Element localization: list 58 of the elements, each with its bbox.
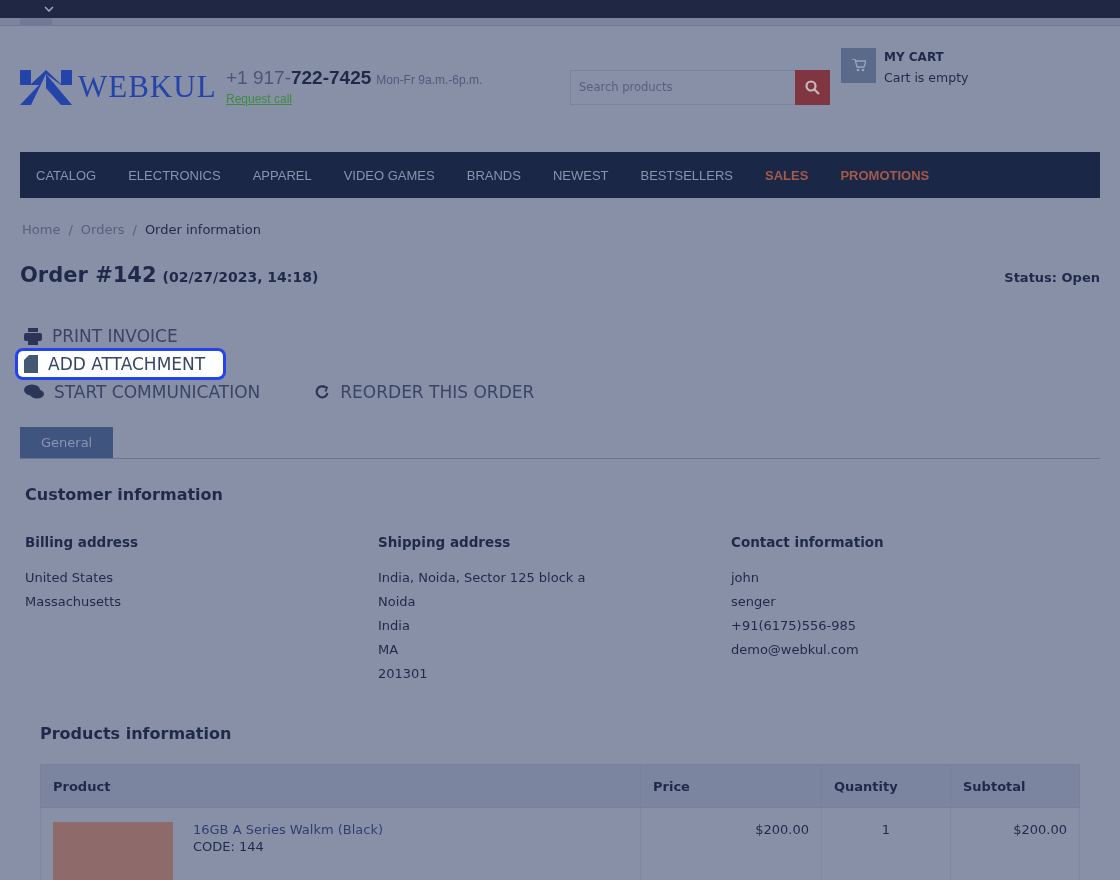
- menu-item[interactable]: BESTSELLERS: [640, 167, 734, 183]
- section-heading: Products information: [39, 723, 233, 743]
- menu-item[interactable]: SALES: [765, 167, 809, 183]
- breadcrumb-link[interactable]: Order information: [144, 222, 261, 237]
- business-hours: Mon-Fr 9a.m.-6p.m.: [376, 73, 483, 87]
- search-button[interactable]: [795, 69, 830, 105]
- cart-icon: [851, 59, 866, 72]
- info-line: Noida: [378, 593, 417, 611]
- info-line: Massachusetts: [25, 593, 123, 611]
- cart-title[interactable]: MY CART: [884, 50, 969, 64]
- order-title: Order #142: [20, 263, 157, 287]
- column-header: Price: [640, 764, 822, 808]
- info-line: senger: [731, 593, 777, 611]
- phone-prefix: +1 917-: [226, 67, 291, 89]
- chat-icon: [24, 384, 44, 400]
- column-heading: Contact information: [731, 534, 885, 550]
- tab[interactable]: General: [20, 427, 114, 458]
- chevron-down-icon[interactable]: [44, 6, 54, 12]
- search-icon: [805, 79, 820, 95]
- menu-item[interactable]: APPAREL: [252, 167, 312, 183]
- cart-button[interactable]: [841, 48, 876, 83]
- info-line: 201301: [378, 665, 429, 683]
- section-heading: Customer information: [24, 484, 224, 504]
- order-date: (02/27/2023, 14:18): [162, 269, 319, 285]
- menu-item[interactable]: CATALOG: [36, 167, 97, 183]
- menu-item[interactable]: VIDEO GAMES: [343, 167, 435, 183]
- info-line: john: [731, 569, 761, 587]
- product-link[interactable]: 16GB A Series Walkm (Black): [193, 822, 384, 837]
- breadcrumb-separator: /: [68, 222, 73, 237]
- printer-icon: [24, 327, 42, 345]
- phone-number: 722-7425: [291, 67, 372, 89]
- menu-item[interactable]: PROMOTIONS: [840, 167, 930, 183]
- info-line: MA: [378, 641, 400, 659]
- info-line: demo@webkul.com: [731, 641, 860, 659]
- breadcrumb-separator: /: [132, 222, 137, 237]
- logo-text[interactable]: WEBKUL: [78, 69, 217, 105]
- menu-item[interactable]: ELECTRONICS: [128, 167, 221, 183]
- column-header: Product: [40, 764, 641, 808]
- action-link[interactable]: START COMMUNICATION: [18, 379, 279, 405]
- document-icon: [24, 355, 38, 373]
- order-status: Status: Open: [1004, 270, 1100, 285]
- menu-item[interactable]: NEWEST: [552, 167, 609, 183]
- info-line: +91(6175)556-985: [731, 617, 857, 635]
- info-line: India, Noida, Sector 125 block a: [378, 569, 587, 587]
- column-heading: Shipping address: [378, 534, 512, 550]
- info-line: India: [378, 617, 411, 635]
- column-header: Quantity: [821, 764, 951, 808]
- product-code: CODE: 144: [193, 839, 265, 854]
- info-line: United States: [25, 569, 115, 587]
- cart-status: Cart is empty: [884, 70, 969, 85]
- action-link[interactable]: PRINT INVOICE: [18, 323, 196, 349]
- action-link[interactable]: ADD ATTACHMENT: [18, 351, 224, 377]
- refresh-icon: [314, 384, 331, 400]
- menu-item[interactable]: BRANDS: [466, 167, 521, 183]
- logo-icon[interactable]: [20, 69, 72, 105]
- column-header: Subtotal: [950, 764, 1080, 808]
- action-link[interactable]: REORDER THIS ORDER: [308, 379, 553, 405]
- column-heading: Billing address: [25, 534, 140, 550]
